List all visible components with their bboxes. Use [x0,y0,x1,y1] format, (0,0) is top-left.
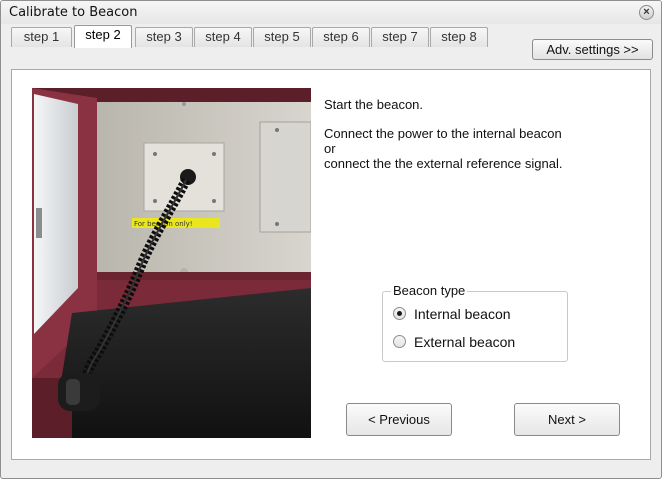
next-button[interactable]: Next > [514,403,620,436]
adv-settings-button[interactable]: Adv. settings >> [532,39,653,60]
tab-label: step 8 [441,29,477,44]
close-icon: × [643,6,650,18]
radio-internal-label: Internal beacon [414,306,511,322]
tab-label: step 4 [205,29,241,44]
close-button[interactable]: × [639,5,654,20]
instruction-connect-internal: Connect the power to the internal beacon [324,126,562,141]
tab-label: step 3 [146,29,182,44]
beacon-photo: For beacon only! [32,88,311,438]
tab-step-8[interactable]: step 8 [430,27,488,47]
tab-step-6[interactable]: step 6 [312,27,370,47]
instruction-or: or [324,141,336,156]
beacon-type-group: Beacon type Internal beacon External bea… [382,283,568,362]
tab-step-4[interactable]: step 4 [194,27,252,47]
tab-label: step 7 [382,29,418,44]
tab-step-2[interactable]: step 2 [74,25,132,48]
instruction-connect-external: connect the the external reference signa… [324,156,563,171]
beacon-type-label: Beacon type [391,283,468,298]
radio-checked-icon [393,307,406,320]
radio-unchecked-icon [393,335,406,348]
tab-step-5[interactable]: step 5 [253,27,311,47]
tab-label: step 6 [323,29,359,44]
tab-step-3[interactable]: step 3 [135,27,193,47]
tab-step-7[interactable]: step 7 [371,27,429,47]
radio-external-label: External beacon [414,334,516,350]
instruction-start: Start the beacon. [324,97,424,112]
tab-step-1[interactable]: step 1 [11,27,72,47]
tab-label: step 2 [85,27,121,42]
tab-label: step 1 [23,29,60,44]
step-panel: For beacon only! Start the beacon. Conne… [11,69,651,460]
window-title: Calibrate to Beacon [9,5,138,20]
beacon-photo-drawing: For beacon only! [32,88,311,438]
title-bar: Calibrate to Beacon × [1,1,661,24]
previous-button[interactable]: < Previous [346,403,452,436]
tab-label: step 5 [264,29,300,44]
calibrate-dialog: Calibrate to Beacon × step 1 step 2 step… [0,0,662,479]
instructions: Start the beacon. Connect the power to t… [324,97,634,171]
